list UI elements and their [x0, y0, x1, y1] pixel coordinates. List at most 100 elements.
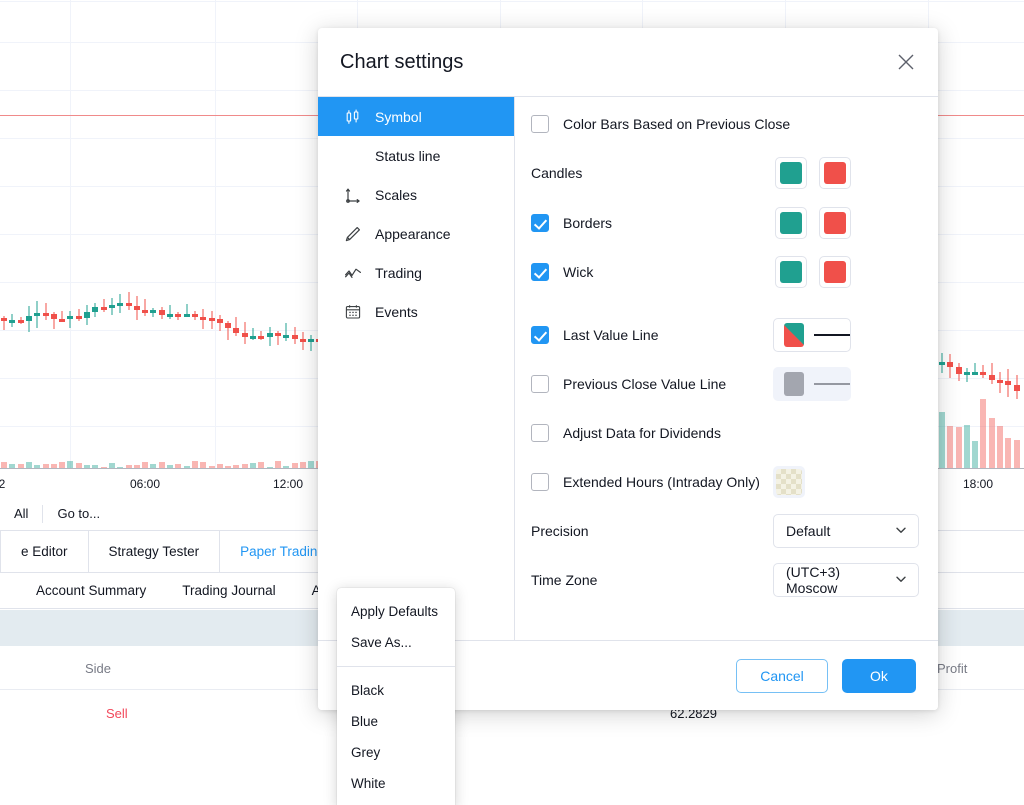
close-icon[interactable] — [892, 48, 920, 76]
sidebar-item-events[interactable]: Events — [318, 292, 514, 331]
candle-body — [1, 318, 7, 321]
color-bars-checkbox[interactable] — [531, 115, 549, 133]
menu-divider — [337, 666, 455, 667]
candle-body — [980, 372, 987, 376]
wick-checkbox[interactable] — [531, 263, 549, 281]
candlestick — [241, 0, 248, 450]
volume-bar — [947, 425, 954, 469]
candle-body — [208, 318, 215, 322]
swatch-fill — [780, 162, 802, 184]
field-candles[interactable]: Candles — [531, 157, 914, 189]
toolbar-item-goto[interactable]: Go to... — [43, 497, 114, 530]
candles-up-color-swatch[interactable] — [775, 157, 807, 189]
candlestick — [250, 0, 256, 450]
candle-body — [1005, 381, 1012, 386]
candlestick — [216, 0, 223, 450]
last-value-line-color-swatch — [784, 323, 805, 347]
candle-body — [191, 314, 198, 318]
previous-close-value-line-checkbox[interactable] — [531, 375, 549, 393]
field-wick[interactable]: Wick — [531, 256, 914, 288]
menu-item-blue[interactable]: Blue — [337, 706, 455, 737]
wick-up-color-swatch[interactable] — [775, 256, 807, 288]
candles-down-color-swatch[interactable] — [819, 157, 851, 189]
sidebar-item-label: Symbol — [375, 108, 422, 125]
tab-strategy-tester[interactable]: Strategy Tester — [88, 531, 221, 572]
sidebar-item-scales[interactable]: Scales — [318, 175, 514, 214]
candlestick — [191, 0, 198, 450]
settings-context-menu[interactable]: Apply Defaults Save As... Black Blue Gre… — [337, 588, 455, 805]
tab-pine-editor[interactable]: e Editor — [0, 531, 89, 572]
candlestick — [1005, 0, 1012, 450]
sidebar-item-symbol[interactable]: Symbol — [318, 97, 514, 136]
candlestick — [175, 0, 182, 450]
candle-body — [200, 317, 207, 321]
borders-up-color-swatch[interactable] — [775, 207, 807, 239]
toolbar-item-all[interactable]: All — [0, 497, 42, 530]
calendar-icon — [344, 303, 362, 321]
menu-item-black[interactable]: Black — [337, 675, 455, 706]
candles-label: Candles — [531, 165, 583, 181]
field-last-value-line[interactable]: Last Value Line — [531, 318, 914, 352]
previous-close-line-style-picker — [773, 367, 851, 401]
adjust-dividends-checkbox[interactable] — [531, 424, 549, 442]
candlestick — [100, 0, 107, 450]
field-borders[interactable]: Borders — [531, 207, 914, 239]
borders-checkbox[interactable] — [531, 214, 549, 232]
candle-body — [1013, 385, 1020, 391]
menu-item-grey[interactable]: Grey — [337, 737, 455, 768]
candlestick — [1, 0, 7, 450]
field-time-zone[interactable]: Time Zone (UTC+3) Moscow — [531, 563, 919, 597]
subtab-account-summary[interactable]: Account Summary — [18, 583, 164, 598]
time-zone-select[interactable]: (UTC+3) Moscow — [773, 563, 919, 597]
sidebar-item-appearance[interactable]: Appearance — [318, 214, 514, 253]
candle-body — [183, 314, 190, 318]
candle-wick — [144, 298, 146, 316]
candle-body — [142, 309, 149, 313]
candlestick — [299, 0, 306, 450]
candlestick — [125, 0, 132, 450]
extended-hours-label: Extended Hours (Intraday Only) — [563, 474, 760, 490]
menu-item-save-as[interactable]: Save As... — [337, 627, 455, 658]
candlestick — [34, 0, 41, 450]
candle-wick — [103, 298, 105, 313]
candlestick-icon — [344, 108, 362, 126]
candle-wick — [69, 310, 71, 329]
swatch-fill — [780, 261, 802, 283]
candlestick — [92, 0, 99, 450]
field-color-bars[interactable]: Color Bars Based on Previous Close — [531, 115, 914, 133]
menu-item-apply-defaults[interactable]: Apply Defaults — [337, 596, 455, 627]
field-extended-hours[interactable]: Extended Hours (Intraday Only) — [531, 466, 914, 498]
volume-bar — [1013, 440, 1020, 469]
subtab-trading-journal[interactable]: Trading Journal — [164, 583, 293, 598]
last-value-line-checkbox[interactable] — [531, 326, 549, 344]
last-value-line-style-picker[interactable] — [773, 318, 851, 352]
candlestick — [308, 0, 315, 450]
volume-bar — [963, 425, 970, 469]
candle-body — [59, 318, 66, 322]
time-zone-label: Time Zone — [531, 572, 598, 588]
candle-body — [241, 333, 248, 338]
field-adjust-dividends[interactable]: Adjust Data for Dividends — [531, 424, 914, 442]
candle-wick — [45, 303, 46, 321]
extended-hours-checkbox[interactable] — [531, 473, 549, 491]
candle-body — [988, 374, 995, 381]
chevron-down-icon — [894, 523, 908, 540]
sidebar-item-trading[interactable]: Trading — [318, 253, 514, 292]
cell-side: Sell — [106, 705, 128, 721]
settings-sidebar[interactable]: Symbol Status line Scales Appearance Tra… — [318, 97, 515, 640]
candlestick — [972, 0, 979, 450]
cancel-button[interactable]: Cancel — [736, 658, 828, 693]
field-previous-close-value-line[interactable]: Previous Close Value Line — [531, 367, 914, 401]
candlestick — [75, 0, 82, 450]
wick-down-color-swatch[interactable] — [819, 256, 851, 288]
menu-item-white[interactable]: White — [337, 768, 455, 799]
dialog-header: Chart settings — [318, 28, 938, 96]
sidebar-item-status-line[interactable]: Status line — [318, 136, 514, 175]
borders-down-color-swatch[interactable] — [819, 207, 851, 239]
field-precision[interactable]: Precision Default — [531, 514, 919, 548]
candle-body — [50, 313, 57, 319]
candlestick — [84, 0, 90, 450]
ok-button[interactable]: Ok — [842, 658, 916, 693]
previous-close-value-line-label: Previous Close Value Line — [563, 376, 727, 392]
precision-select[interactable]: Default — [773, 514, 919, 548]
